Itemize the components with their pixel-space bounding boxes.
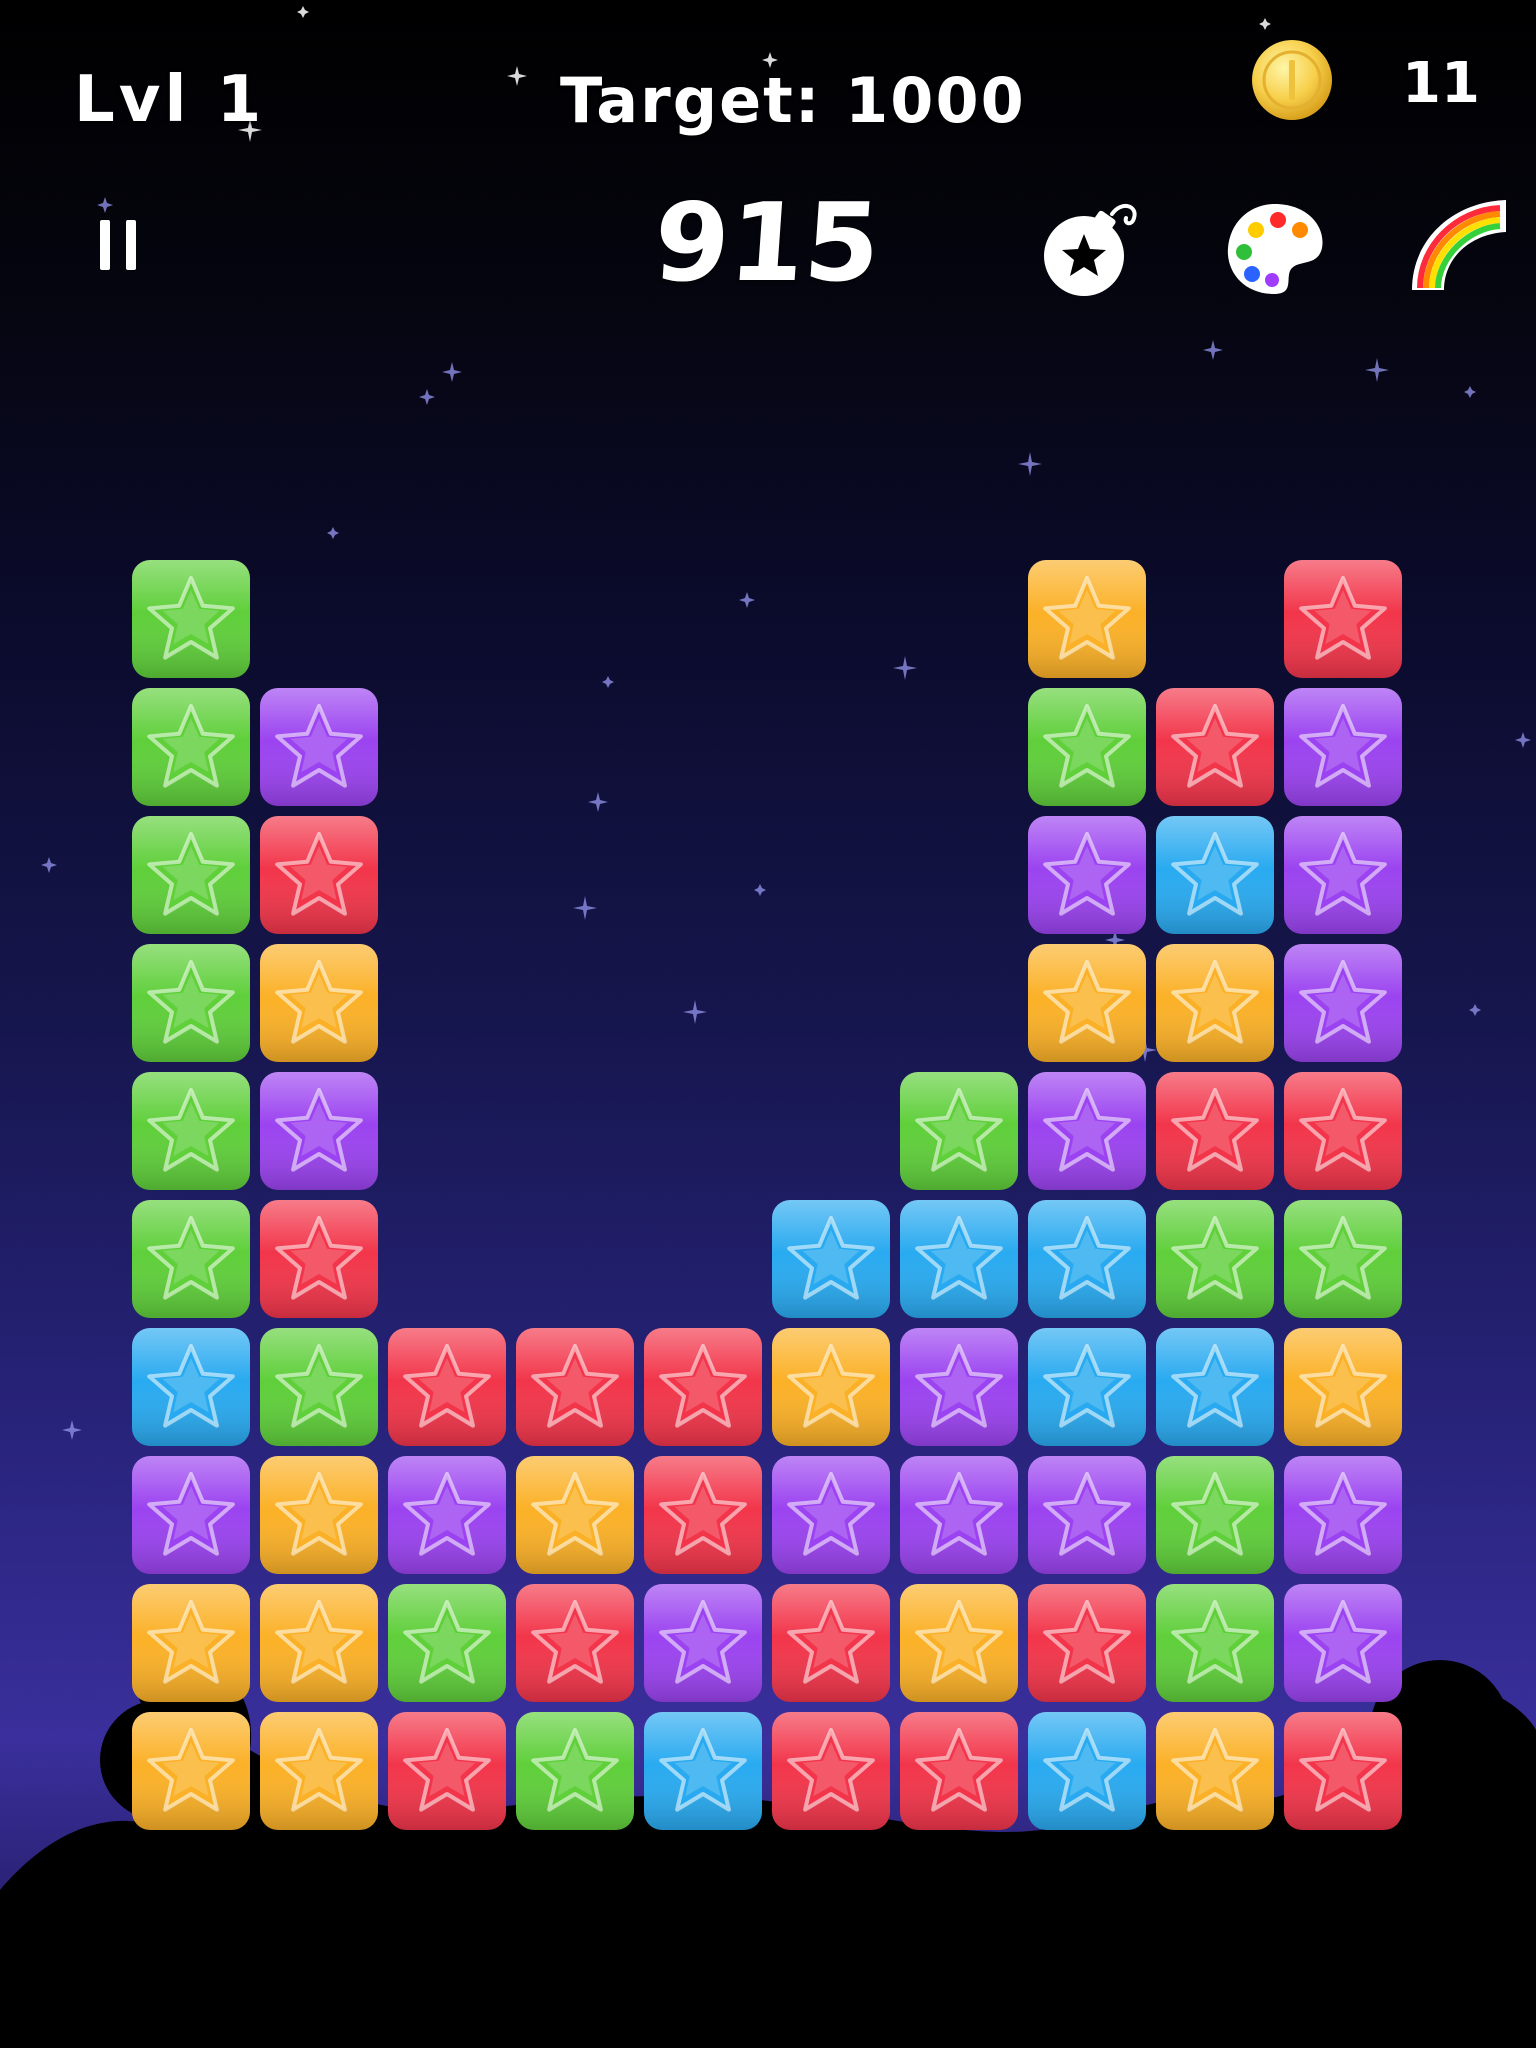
- star-tile-purple[interactable]: [898, 1326, 1020, 1448]
- star-tile-orange[interactable]: [258, 1582, 380, 1704]
- star-tile-blue[interactable]: [130, 1326, 252, 1448]
- star-tile-green[interactable]: [130, 942, 252, 1064]
- star-tile-green[interactable]: [514, 1710, 636, 1832]
- star-tile-purple[interactable]: [1282, 942, 1404, 1064]
- star-tile-purple[interactable]: [1026, 1454, 1148, 1576]
- star-tile-orange[interactable]: [514, 1454, 636, 1576]
- coin-count: 11: [1402, 51, 1480, 116]
- star-tile-orange[interactable]: [130, 1710, 252, 1832]
- star-tile-blue[interactable]: [1154, 814, 1276, 936]
- star-tile-red[interactable]: [514, 1326, 636, 1448]
- star-tile-purple[interactable]: [1026, 1070, 1148, 1192]
- star-tile-blue[interactable]: [898, 1198, 1020, 1320]
- star-tile-purple[interactable]: [1282, 814, 1404, 936]
- star-tile-red[interactable]: [514, 1582, 636, 1704]
- bomb-icon: [1044, 203, 1137, 296]
- paint-palette-tool-button[interactable]: [1222, 196, 1328, 302]
- star-tile-purple[interactable]: [898, 1454, 1020, 1576]
- level-label: Lvl 1: [74, 63, 266, 137]
- star-tile-red[interactable]: [1282, 558, 1404, 680]
- star-tile-green[interactable]: [130, 814, 252, 936]
- star-tile-purple[interactable]: [642, 1582, 764, 1704]
- star-tile-green[interactable]: [386, 1582, 508, 1704]
- star-tile-green[interactable]: [130, 1070, 252, 1192]
- star-tile-red[interactable]: [770, 1710, 892, 1832]
- star-tile-purple[interactable]: [1282, 1454, 1404, 1576]
- star-tile-orange[interactable]: [898, 1582, 1020, 1704]
- star-tile-blue[interactable]: [1026, 1198, 1148, 1320]
- star-tile-orange[interactable]: [1154, 942, 1276, 1064]
- star-tile-blue[interactable]: [770, 1198, 892, 1320]
- rainbow-icon: [1412, 200, 1506, 290]
- star-tile-orange[interactable]: [258, 942, 380, 1064]
- star-tile-orange[interactable]: [258, 1710, 380, 1832]
- target-label: Target: 1000: [560, 64, 1026, 137]
- star-tile-purple[interactable]: [258, 686, 380, 808]
- star-tile-red[interactable]: [1282, 1070, 1404, 1192]
- star-tile-green[interactable]: [130, 558, 252, 680]
- star-tile-purple[interactable]: [258, 1070, 380, 1192]
- star-tile-red[interactable]: [770, 1582, 892, 1704]
- rainbow-tool-button[interactable]: [1408, 196, 1514, 302]
- star-tile-orange[interactable]: [258, 1454, 380, 1576]
- bomb-tool-button[interactable]: [1038, 196, 1144, 302]
- star-tile-orange[interactable]: [1154, 1710, 1276, 1832]
- star-tile-red[interactable]: [1154, 1070, 1276, 1192]
- game-board: [0, 0, 1536, 2048]
- star-tile-purple[interactable]: [386, 1454, 508, 1576]
- star-tile-orange[interactable]: [130, 1582, 252, 1704]
- star-tile-green[interactable]: [1282, 1198, 1404, 1320]
- star-tile-blue[interactable]: [642, 1710, 764, 1832]
- star-tile-red[interactable]: [898, 1710, 1020, 1832]
- star-tile-red[interactable]: [1026, 1582, 1148, 1704]
- star-tile-purple[interactable]: [770, 1454, 892, 1576]
- star-tile-blue[interactable]: [1026, 1326, 1148, 1448]
- star-tile-orange[interactable]: [1026, 942, 1148, 1064]
- star-tile-green[interactable]: [1154, 1582, 1276, 1704]
- star-tile-green[interactable]: [258, 1326, 380, 1448]
- star-tile-blue[interactable]: [1026, 1710, 1148, 1832]
- star-tile-green[interactable]: [898, 1070, 1020, 1192]
- star-tile-purple[interactable]: [130, 1454, 252, 1576]
- star-tile-red[interactable]: [1154, 686, 1276, 808]
- star-tile-blue[interactable]: [1154, 1326, 1276, 1448]
- star-tile-red[interactable]: [642, 1326, 764, 1448]
- star-tile-orange[interactable]: [1026, 558, 1148, 680]
- star-tile-green[interactable]: [1026, 686, 1148, 808]
- paint-palette-icon: [1227, 204, 1323, 294]
- star-tile-red[interactable]: [258, 814, 380, 936]
- star-tile-purple[interactable]: [1282, 686, 1404, 808]
- star-tile-green[interactable]: [1154, 1454, 1276, 1576]
- star-tile-red[interactable]: [258, 1198, 380, 1320]
- star-tile-purple[interactable]: [1026, 814, 1148, 936]
- star-tile-orange[interactable]: [1282, 1326, 1404, 1448]
- star-tile-green[interactable]: [130, 1198, 252, 1320]
- star-tile-red[interactable]: [642, 1454, 764, 1576]
- star-tile-purple[interactable]: [1282, 1582, 1404, 1704]
- coin-icon: [1250, 38, 1334, 122]
- star-tile-red[interactable]: [386, 1710, 508, 1832]
- star-tile-green[interactable]: [1154, 1198, 1276, 1320]
- star-tile-red[interactable]: [386, 1326, 508, 1448]
- star-tile-green[interactable]: [130, 686, 252, 808]
- star-tile-orange[interactable]: [770, 1326, 892, 1448]
- star-tile-red[interactable]: [1282, 1710, 1404, 1832]
